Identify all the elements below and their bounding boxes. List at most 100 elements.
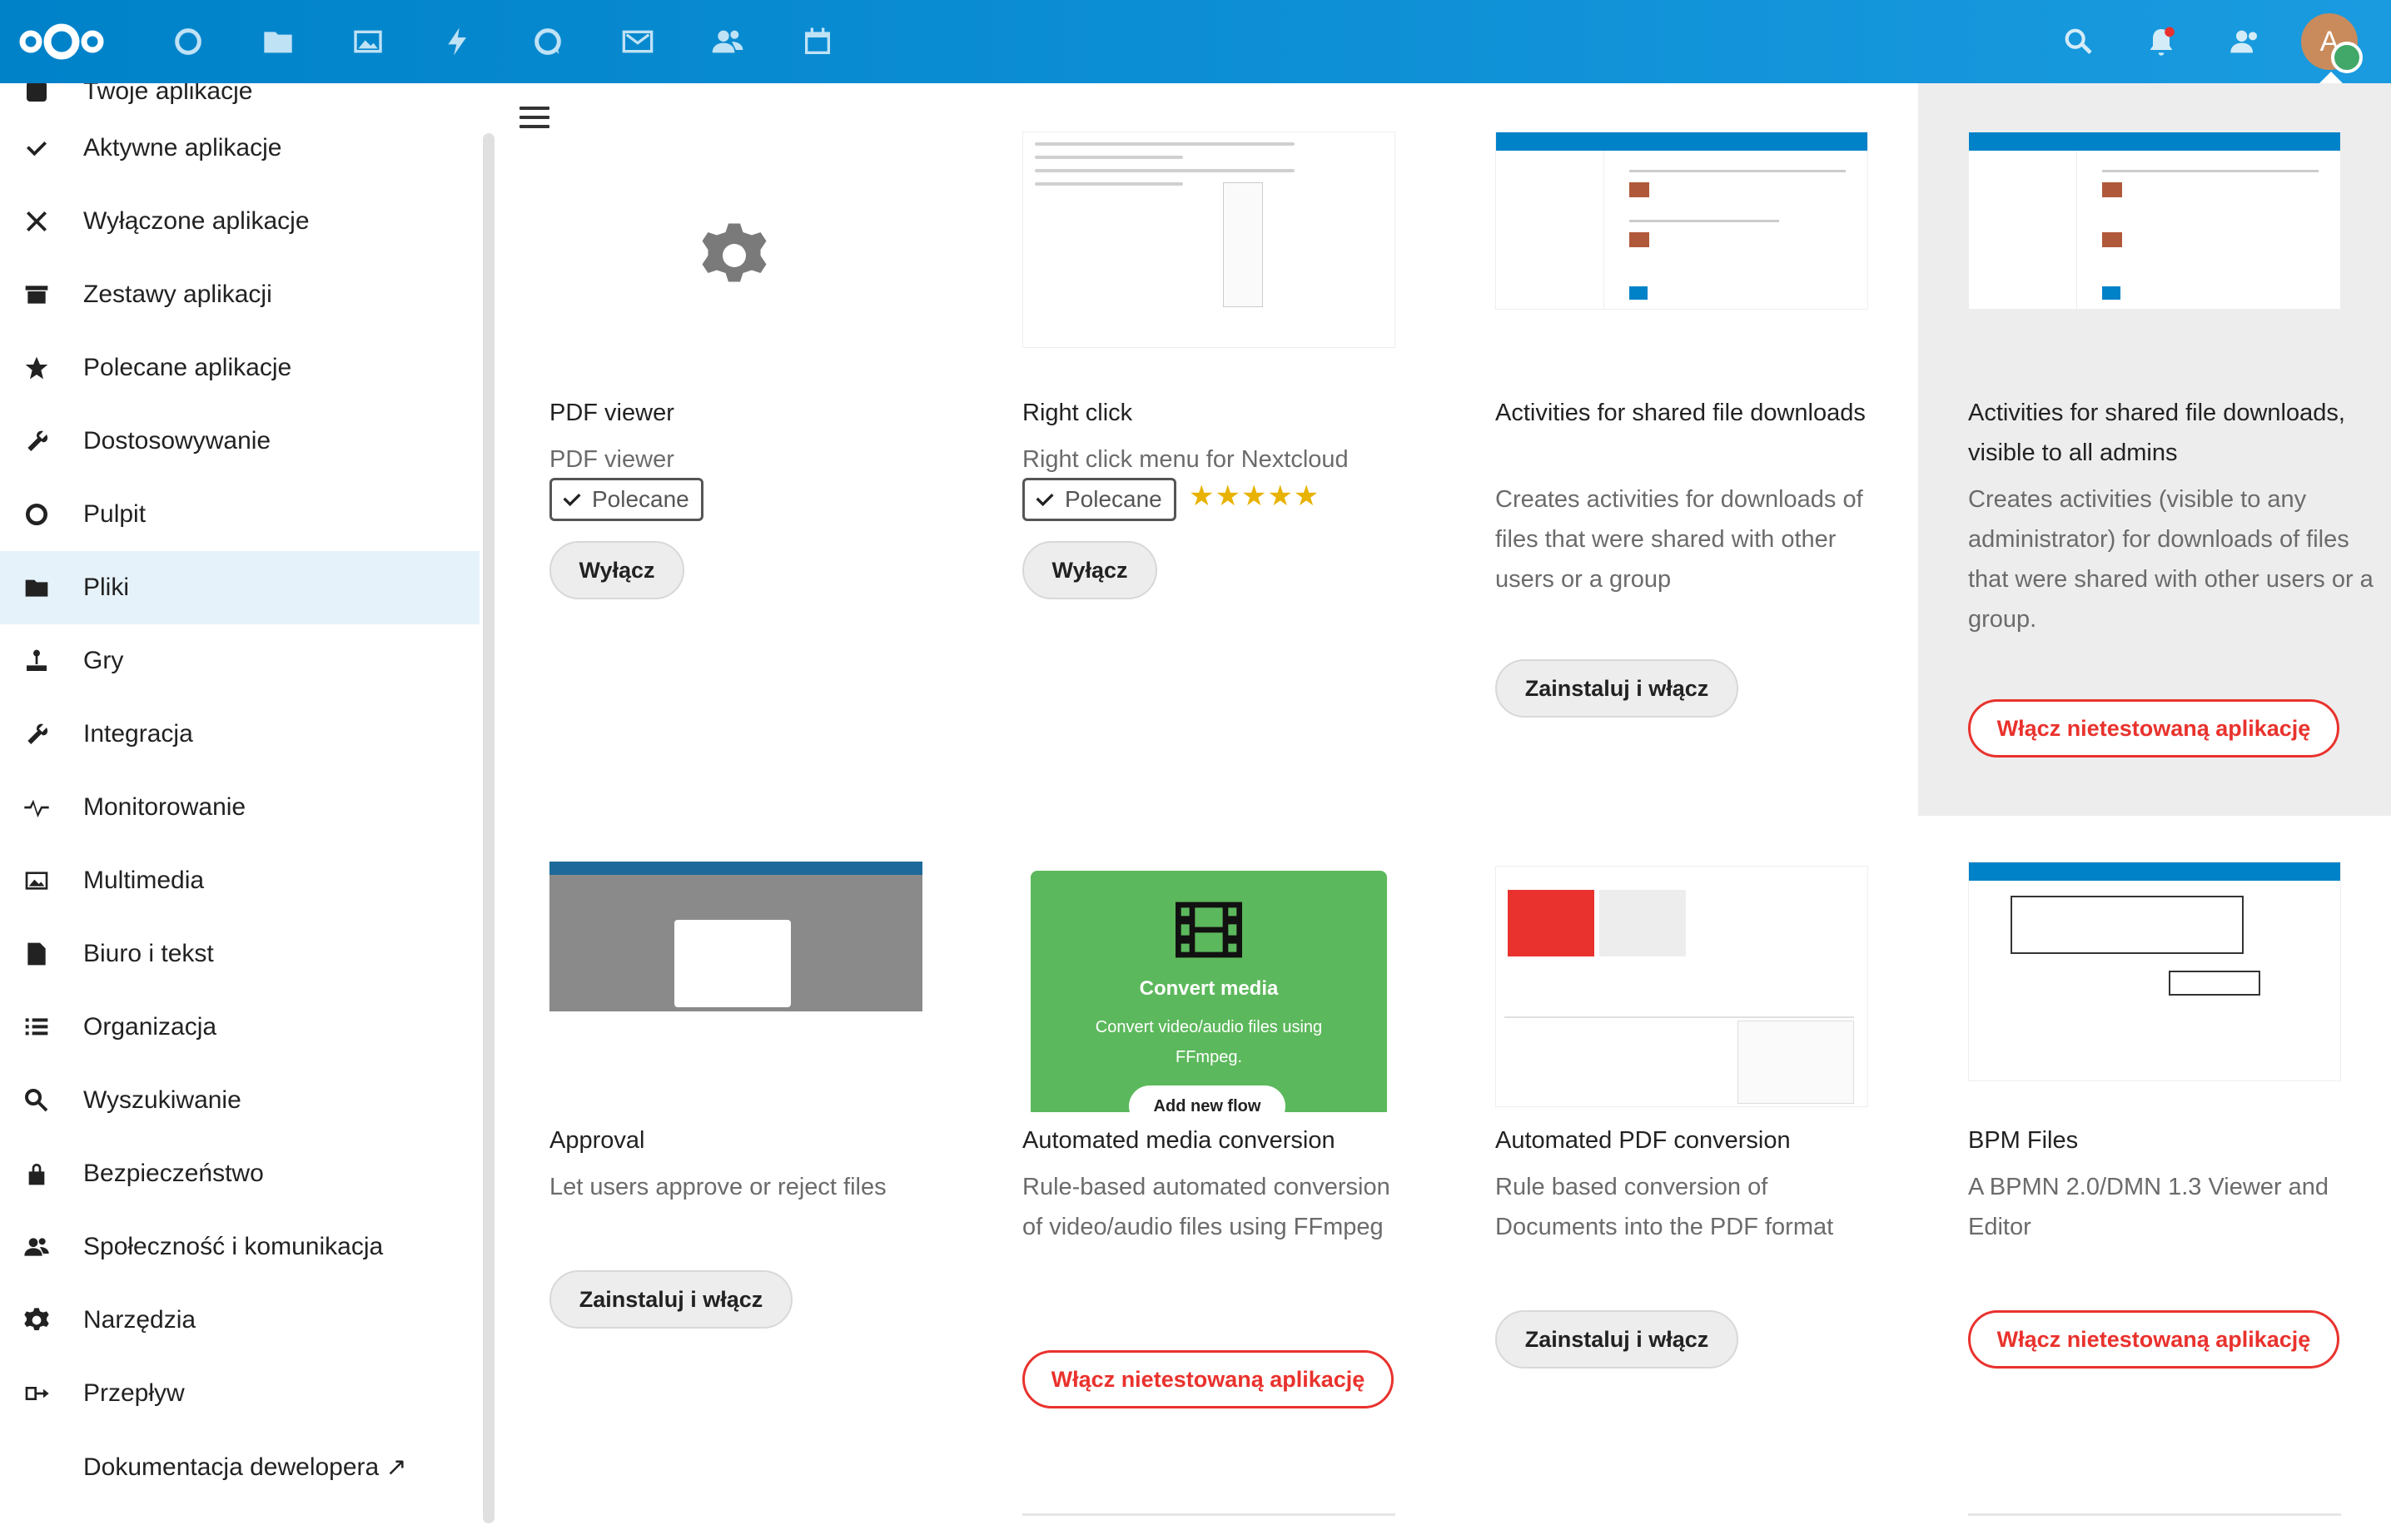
app-screenshot[interactable] bbox=[1022, 132, 1395, 348]
photos-icon[interactable] bbox=[348, 22, 388, 62]
notifications-icon[interactable] bbox=[2141, 22, 2181, 62]
install-enable-button[interactable]: Zainstaluj i włącz bbox=[1495, 659, 1738, 718]
app-card-activities-shared-downloads[interactable]: Activities for shared file downloads Cre… bbox=[1479, 83, 1951, 816]
people-icon bbox=[22, 1232, 52, 1262]
app-screenshot[interactable] bbox=[1495, 866, 1868, 1107]
sidebar-item-office[interactable]: Biuro i tekst bbox=[0, 917, 480, 991]
featured-badge: Polecane bbox=[549, 478, 703, 521]
wrench-icon bbox=[22, 719, 52, 749]
sidebar-item-workflow[interactable]: Przepływ bbox=[0, 1357, 480, 1430]
app-title: Activities for shared file downloads, vi… bbox=[1968, 400, 2345, 466]
preview-heading: Convert media bbox=[1139, 977, 1279, 1000]
sidebar-item-multimedia[interactable]: Multimedia bbox=[0, 844, 480, 917]
sidebar-item-label: Pulpit bbox=[83, 500, 147, 528]
enable-untested-app-button[interactable]: Włącz nietestowaną aplikację bbox=[1968, 699, 2339, 758]
dashboard-icon[interactable] bbox=[168, 22, 208, 62]
sidebar-item-label: Dostosowywanie bbox=[83, 427, 271, 455]
partial-app-screenshot bbox=[1968, 1513, 2341, 1516]
app-card-activities-admins[interactable]: Activities for shared file downloads, vi… bbox=[1918, 83, 2391, 816]
app-card-pdf-viewer[interactable]: PDF viewer PDF viewer Polecane Wyłącz bbox=[533, 83, 1006, 816]
contacts-menu-icon[interactable] bbox=[2224, 22, 2264, 62]
sidebar-item-active-apps[interactable]: Aktywne aplikacje bbox=[0, 112, 480, 185]
sidebar-item-label: Polecane aplikacje bbox=[83, 354, 292, 381]
sidebar-item-tools[interactable]: Narzędzia bbox=[0, 1284, 480, 1357]
checkmark-icon bbox=[563, 494, 581, 507]
sidebar-item-label: Multimedia bbox=[83, 867, 205, 894]
sidebar-item-search[interactable]: Wyszukiwanie bbox=[0, 1064, 480, 1137]
app-description: Rule based conversion of Documents into … bbox=[1495, 1174, 1834, 1240]
app-screenshot[interactable] bbox=[549, 862, 922, 1011]
star-icon bbox=[22, 353, 52, 383]
sidebar-item-label: Pliki bbox=[83, 574, 130, 601]
sidebar-item-disabled-apps[interactable]: Wyłączone aplikacje bbox=[0, 185, 480, 258]
app-screenshot[interactable]: Convert media Convert video/audio files … bbox=[1031, 871, 1387, 1112]
sidebar-item-app-bundles[interactable]: Zestawy aplikacji bbox=[0, 258, 480, 331]
app-title: Activities for shared file downloads bbox=[1495, 400, 1866, 426]
app-description: Creates activities (visible to any admin… bbox=[1968, 486, 2374, 633]
sidebar-item-label: Dokumentacja dewelopera ↗ bbox=[83, 1453, 407, 1481]
app-screenshot[interactable] bbox=[1495, 132, 1868, 310]
install-enable-button[interactable]: Zainstaluj i włącz bbox=[549, 1270, 793, 1329]
add-new-flow-button[interactable]: Add new flow bbox=[1129, 1085, 1285, 1112]
rating-stars-icon: ★★★★★ bbox=[1189, 480, 1320, 512]
calendar-icon[interactable] bbox=[798, 22, 838, 62]
sidebar-item-featured-apps[interactable]: Polecane aplikacje bbox=[0, 331, 480, 405]
nextcloud-logo[interactable] bbox=[18, 15, 105, 68]
sidebar-scrollbar[interactable] bbox=[483, 133, 495, 1523]
app-card-media-conversion[interactable]: Convert media Convert video/audio files … bbox=[1006, 849, 1479, 1540]
talk-icon[interactable] bbox=[528, 22, 568, 62]
contacts-icon[interactable] bbox=[708, 22, 748, 62]
sidebar-item-label: Przepływ bbox=[83, 1379, 185, 1407]
sidebar-item-label: Zestawy aplikacji bbox=[83, 281, 272, 308]
app-card-pdf-conversion[interactable]: Automated PDF conversion Rule based conv… bbox=[1479, 849, 1951, 1540]
app-card-right-click[interactable]: Right click Right click menu for Nextclo… bbox=[1006, 83, 1479, 816]
sidebar-item-organization[interactable]: Organizacja bbox=[0, 991, 480, 1064]
app-description: A BPMN 2.0/DMN 1.3 Viewer and Editor bbox=[1968, 1174, 2329, 1240]
app-screenshot[interactable] bbox=[1968, 132, 2341, 310]
activity-icon[interactable] bbox=[438, 22, 478, 62]
enable-untested-app-button[interactable]: Włącz nietestowaną aplikację bbox=[1968, 1310, 2339, 1369]
app-description: Let users approve or reject files bbox=[549, 1174, 887, 1200]
sidebar-item-label: Aktywne aplikacje bbox=[83, 134, 282, 161]
app-card-approval[interactable]: Approval Let users approve or reject fil… bbox=[533, 849, 1006, 1540]
app-categories-sidebar: Twoje aplikacje Aktywne aplikacje Wyłącz… bbox=[0, 83, 500, 1540]
sidebar-item-social[interactable]: Społeczność i komunikacja bbox=[0, 1210, 480, 1284]
mail-icon[interactable] bbox=[618, 22, 658, 62]
sidebar-item-files[interactable]: Pliki bbox=[0, 551, 480, 624]
sidebar-item-label: Twoje aplikacje bbox=[83, 83, 253, 105]
sidebar-item-games[interactable]: Gry bbox=[0, 624, 480, 698]
search-icon[interactable] bbox=[2058, 22, 2098, 62]
wrench-icon bbox=[22, 426, 52, 456]
sidebar-item-label: Organizacja bbox=[83, 1013, 217, 1041]
sidebar-item-integration[interactable]: Integracja bbox=[0, 698, 480, 771]
featured-badge: Polecane bbox=[1022, 478, 1176, 521]
close-icon bbox=[22, 206, 52, 236]
list-icon bbox=[22, 1012, 52, 1042]
app-description: Rule-based automated conversion of video… bbox=[1022, 1174, 1390, 1240]
sidebar-item-security[interactable]: Bezpieczeństwo bbox=[0, 1137, 480, 1210]
checkmark-icon bbox=[22, 133, 52, 163]
sidebar-item-developer-docs[interactable]: Dokumentacja dewelopera ↗ bbox=[0, 1430, 480, 1503]
online-status-icon bbox=[2331, 42, 2363, 73]
install-enable-button[interactable]: Zainstaluj i włącz bbox=[1495, 1310, 1738, 1369]
image-icon bbox=[22, 866, 52, 896]
sidebar-item-label: Gry bbox=[83, 647, 124, 674]
app-title: BPM Files bbox=[1968, 1127, 2079, 1154]
app-description: PDF viewer bbox=[549, 446, 674, 473]
sidebar-item-dashboard[interactable]: Pulpit bbox=[0, 478, 480, 551]
app-description: Creates activities for downloads of file… bbox=[1495, 486, 1863, 593]
pulse-icon bbox=[22, 792, 52, 822]
files-icon[interactable] bbox=[258, 22, 298, 62]
film-icon bbox=[1176, 902, 1242, 958]
checkmark-icon bbox=[1036, 494, 1054, 507]
enable-untested-app-button[interactable]: Włącz nietestowaną aplikację bbox=[1022, 1350, 1394, 1408]
sidebar-item-customization[interactable]: Dostosowywanie bbox=[0, 405, 480, 478]
preview-text: Convert video/audio files using FFmpeg. bbox=[1095, 1018, 1323, 1066]
app-card-bpm-files[interactable]: BPM Files A BPMN 2.0/DMN 1.3 Viewer and … bbox=[1951, 849, 2391, 1540]
app-screenshot[interactable] bbox=[1968, 862, 2341, 1081]
sidebar-item-monitoring[interactable]: Monitorowanie bbox=[0, 771, 480, 844]
disable-button[interactable]: Wyłącz bbox=[1022, 541, 1157, 599]
disable-button[interactable]: Wyłącz bbox=[549, 541, 684, 599]
gear-icon bbox=[22, 1305, 52, 1335]
app-title: Right click bbox=[1022, 400, 1133, 426]
